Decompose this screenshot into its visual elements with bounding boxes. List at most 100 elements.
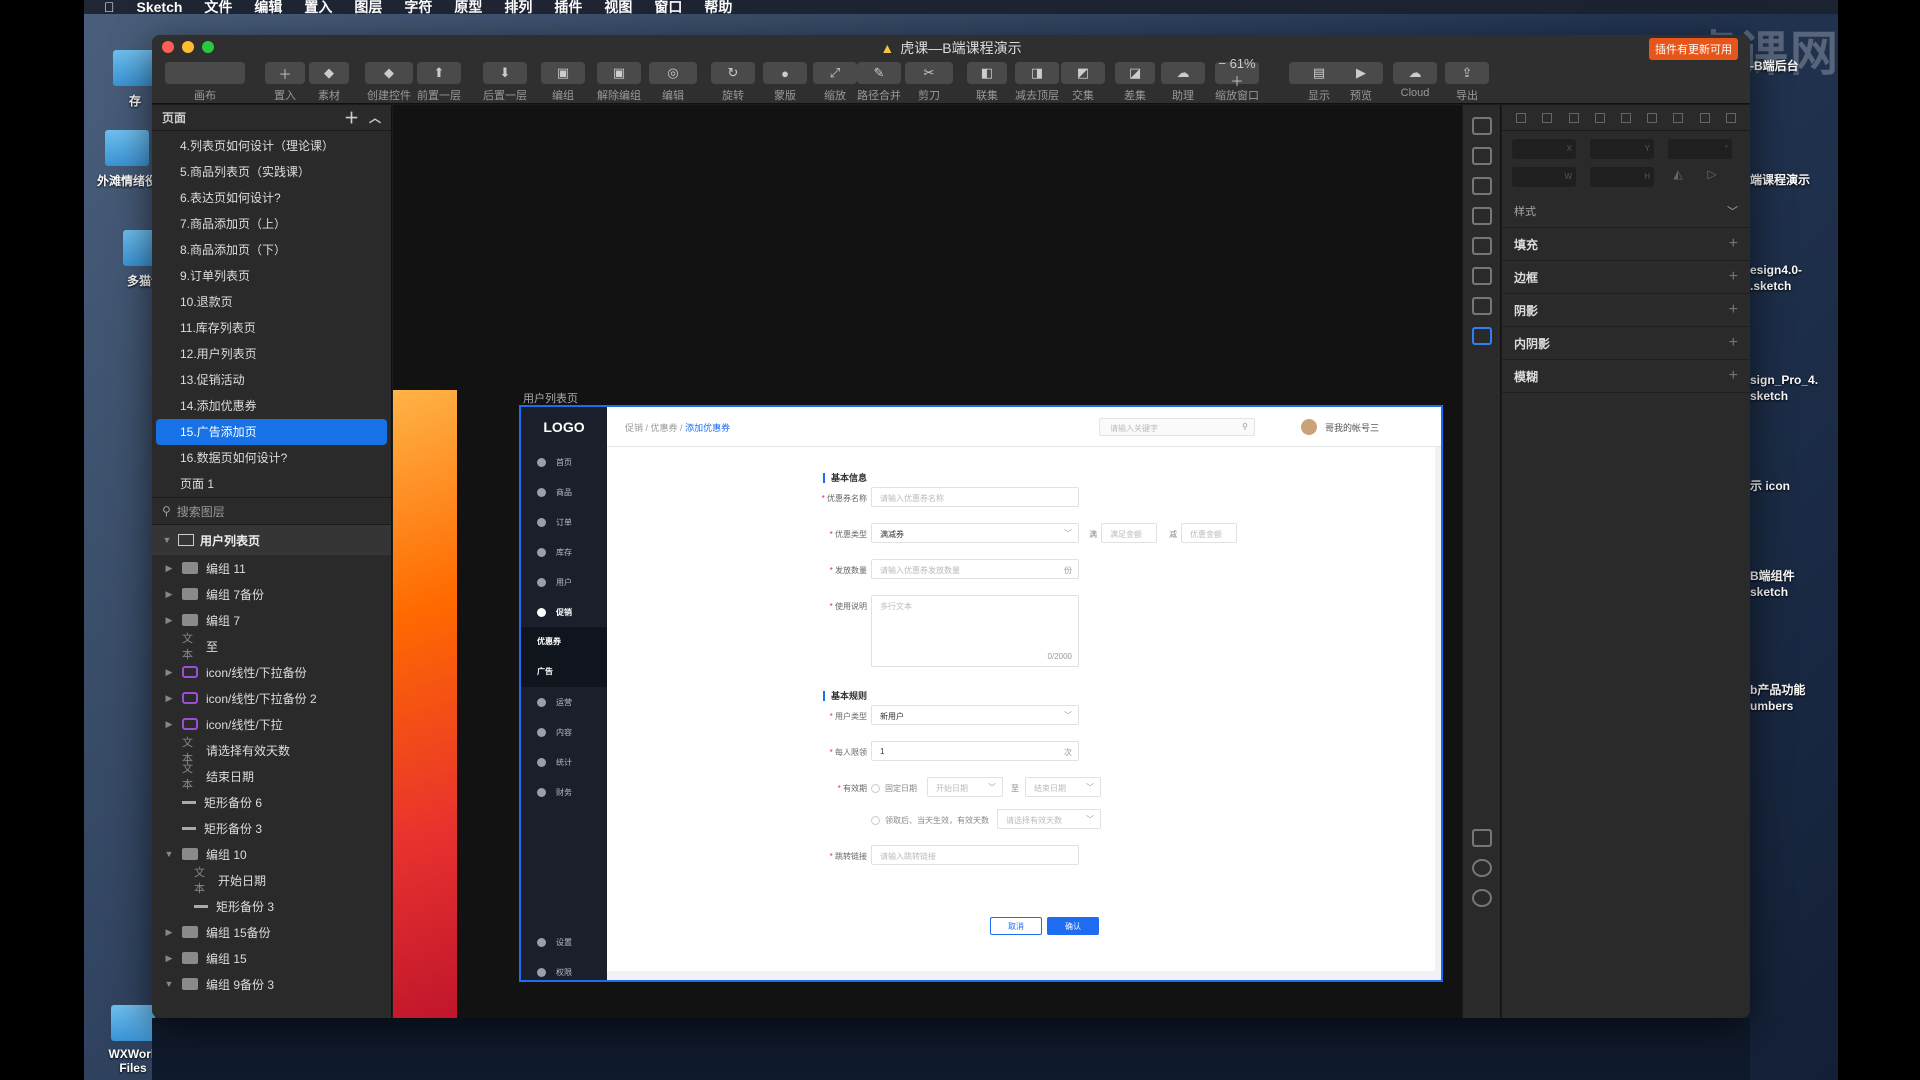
layer-row[interactable]: ▶ 编组 15备份 <box>152 919 391 945</box>
nav-subitem[interactable]: 广告 <box>521 657 607 687</box>
y-field[interactable]: Y <box>1590 139 1654 159</box>
layout-icon[interactable] <box>1471 237 1492 255</box>
minimize-window-button[interactable] <box>182 41 194 53</box>
nav-item[interactable]: 库存 <box>521 537 607 567</box>
apple-icon[interactable]:  <box>104 0 115 14</box>
expand-arrow-icon[interactable]: ▼ <box>162 535 172 545</box>
toolbar-item[interactable]: ◪ 差集 <box>1110 62 1160 103</box>
align-bottom-icon[interactable] <box>1673 112 1684 123</box>
description-textarea[interactable]: 多行文本 0/2000 <box>871 595 1079 667</box>
page-item[interactable]: 16.数据页如何设计? <box>156 445 387 471</box>
toolbar-item[interactable]: ◆ 创建控件 <box>360 62 418 103</box>
page-item[interactable]: 9.订单列表页 <box>156 263 387 289</box>
assistant-icon[interactable]: ☁ <box>1161 62 1205 84</box>
nav-item[interactable]: 商品 <box>521 477 607 507</box>
menu-item[interactable]: 编辑 <box>254 0 282 14</box>
library-icon[interactable] <box>1471 177 1492 195</box>
discount-input[interactable]: 优惠金额 <box>1181 523 1237 543</box>
menu-item[interactable]: 原型 <box>454 0 482 14</box>
align-middle-icon[interactable] <box>1647 112 1658 123</box>
zoom-icon[interactable]: − 61% ＋ <box>1215 56 1259 89</box>
page-item[interactable]: 8.商品添加页（下） <box>156 237 387 263</box>
height-field[interactable]: H <box>1590 167 1654 187</box>
desktop-file[interactable]: sign_Pro_4. sketch <box>1750 372 1836 404</box>
page-item[interactable]: 13.促销活动 <box>156 367 387 393</box>
align-right-icon[interactable] <box>1594 112 1605 123</box>
expand-arrow-icon[interactable]: ▶ <box>164 953 174 964</box>
desktop-file[interactable]: 示 icon <box>1750 478 1836 494</box>
rotate-icon[interactable]: ↻ <box>711 62 755 84</box>
user-menu[interactable]: 哥我的帐号三 <box>1301 419 1379 435</box>
layer-row[interactable]: ▶ 编组 15 <box>152 945 391 971</box>
align-top-icon[interactable] <box>1620 112 1631 123</box>
menu-item[interactable]: 帮助 <box>704 0 732 14</box>
forward-icon[interactable]: ⬆ <box>417 62 461 84</box>
add-icon[interactable]: + <box>1729 334 1738 352</box>
toolbar-item[interactable]: − 61% ＋缩放窗口 <box>1210 56 1264 103</box>
help-icon[interactable] <box>1471 859 1492 877</box>
layer-row[interactable]: ▼ 编组 9备份 3 <box>152 971 391 997</box>
add-icon[interactable]: + <box>1729 367 1738 385</box>
rotation-field[interactable]: ° <box>1668 139 1732 159</box>
expand-arrow-icon[interactable]: ▼ <box>164 849 174 859</box>
toolbar-item[interactable]: ⬆ 前置一层 <box>412 62 466 103</box>
collapse-pages-icon[interactable]: ︿ <box>369 109 381 126</box>
align-left-icon[interactable] <box>1516 112 1527 123</box>
gradient-artboard-shape[interactable] <box>393 390 457 1018</box>
add-page-icon[interactable]: ＋ <box>344 107 359 128</box>
layer-search[interactable]: ⚲ 搜索图层 <box>152 497 391 525</box>
page-item[interactable]: 12.用户列表页 <box>156 341 387 367</box>
toolbar-item[interactable]: ⬇ 后置一层 <box>478 62 532 103</box>
expand-arrow-icon[interactable]: ▶ <box>164 927 174 938</box>
zoom-window-button[interactable] <box>202 41 214 53</box>
desktop-file[interactable]: esign4.0- .sketch <box>1750 262 1836 294</box>
union-icon[interactable]: ◧ <box>967 62 1007 84</box>
distribute-v-icon[interactable] <box>1699 112 1710 123</box>
play-icon[interactable]: ▶ <box>1339 62 1383 84</box>
toolbar-item[interactable]: ＋ 置入 <box>260 62 310 103</box>
tidy-icon[interactable] <box>1725 112 1736 123</box>
flip-horizontal-icon[interactable]: ◭ <box>1668 167 1688 187</box>
page-item[interactable]: 11.库存列表页 <box>156 315 387 341</box>
expand-arrow-icon[interactable]: ▶ <box>164 615 174 626</box>
toolbar-item[interactable]: ☁ 助理 <box>1156 62 1210 103</box>
plugin-update-badge[interactable]: 插件有更新可用 <box>1649 38 1738 60</box>
add-icon[interactable]: + <box>1729 268 1738 286</box>
inspector-section[interactable]: 边框 + <box>1502 261 1750 294</box>
menu-item[interactable]: 置入 <box>304 0 332 14</box>
expand-arrow-icon[interactable]: ▶ <box>164 693 174 704</box>
layer-row[interactable]: ▶ icon/线性/下拉备份 2 <box>152 685 391 711</box>
settings-icon[interactable] <box>1471 889 1492 907</box>
radio-after-receive[interactable] <box>871 816 880 825</box>
toolbar-item[interactable]: 画布 <box>160 62 250 103</box>
scissors-icon[interactable]: ✂ <box>905 62 953 84</box>
page-item[interactable]: 4.列表页如何设计（理论课） <box>156 133 387 159</box>
breadcrumb-item[interactable]: 优惠券 / <box>651 423 683 433</box>
toolbar-item[interactable]: ▶ 预览 <box>1334 62 1388 103</box>
page-item[interactable]: 7.商品添加页（上） <box>156 211 387 237</box>
cloud-icon[interactable]: ☁ <box>1393 62 1437 84</box>
toolbar-item[interactable]: ◩ 交集 <box>1056 62 1110 103</box>
nav-item[interactable]: 首页 <box>521 447 607 477</box>
menu-item[interactable]: 窗口 <box>654 0 682 14</box>
nav-item[interactable]: 用户 <box>521 567 607 597</box>
menu-item[interactable]: 字符 <box>404 0 432 14</box>
expand-arrow-icon[interactable]: ▶ <box>164 589 174 600</box>
plus-icon[interactable]: ＋ <box>265 62 305 84</box>
style-section[interactable]: 样式 ﹀ <box>1502 195 1750 228</box>
toolbar-item[interactable]: ◆ 素材 <box>304 62 354 103</box>
menu-item[interactable]: 文件 <box>204 0 232 14</box>
desktop-file[interactable]: B端组件 sketch <box>1750 568 1836 600</box>
upload-icon[interactable] <box>1471 147 1492 165</box>
layer-row[interactable]: 文本 开始日期 <box>152 867 391 895</box>
group-icon[interactable]: ▣ <box>541 62 585 84</box>
inspector-section[interactable]: 填充 + <box>1502 228 1750 261</box>
nav-item[interactable]: 促销 <box>521 597 607 627</box>
menu-item[interactable]: 插件 <box>554 0 582 14</box>
prototype-icon[interactable] <box>1471 267 1492 285</box>
user-type-select[interactable]: 新用户 ﹀ <box>871 705 1079 725</box>
add-icon[interactable]: + <box>1729 235 1738 253</box>
layer-artboard-row[interactable]: ▼ 用户列表页 <box>152 525 391 555</box>
distribute-icon[interactable] <box>1568 112 1579 123</box>
toolbar-item[interactable]: ◎ 编辑 <box>644 62 702 103</box>
